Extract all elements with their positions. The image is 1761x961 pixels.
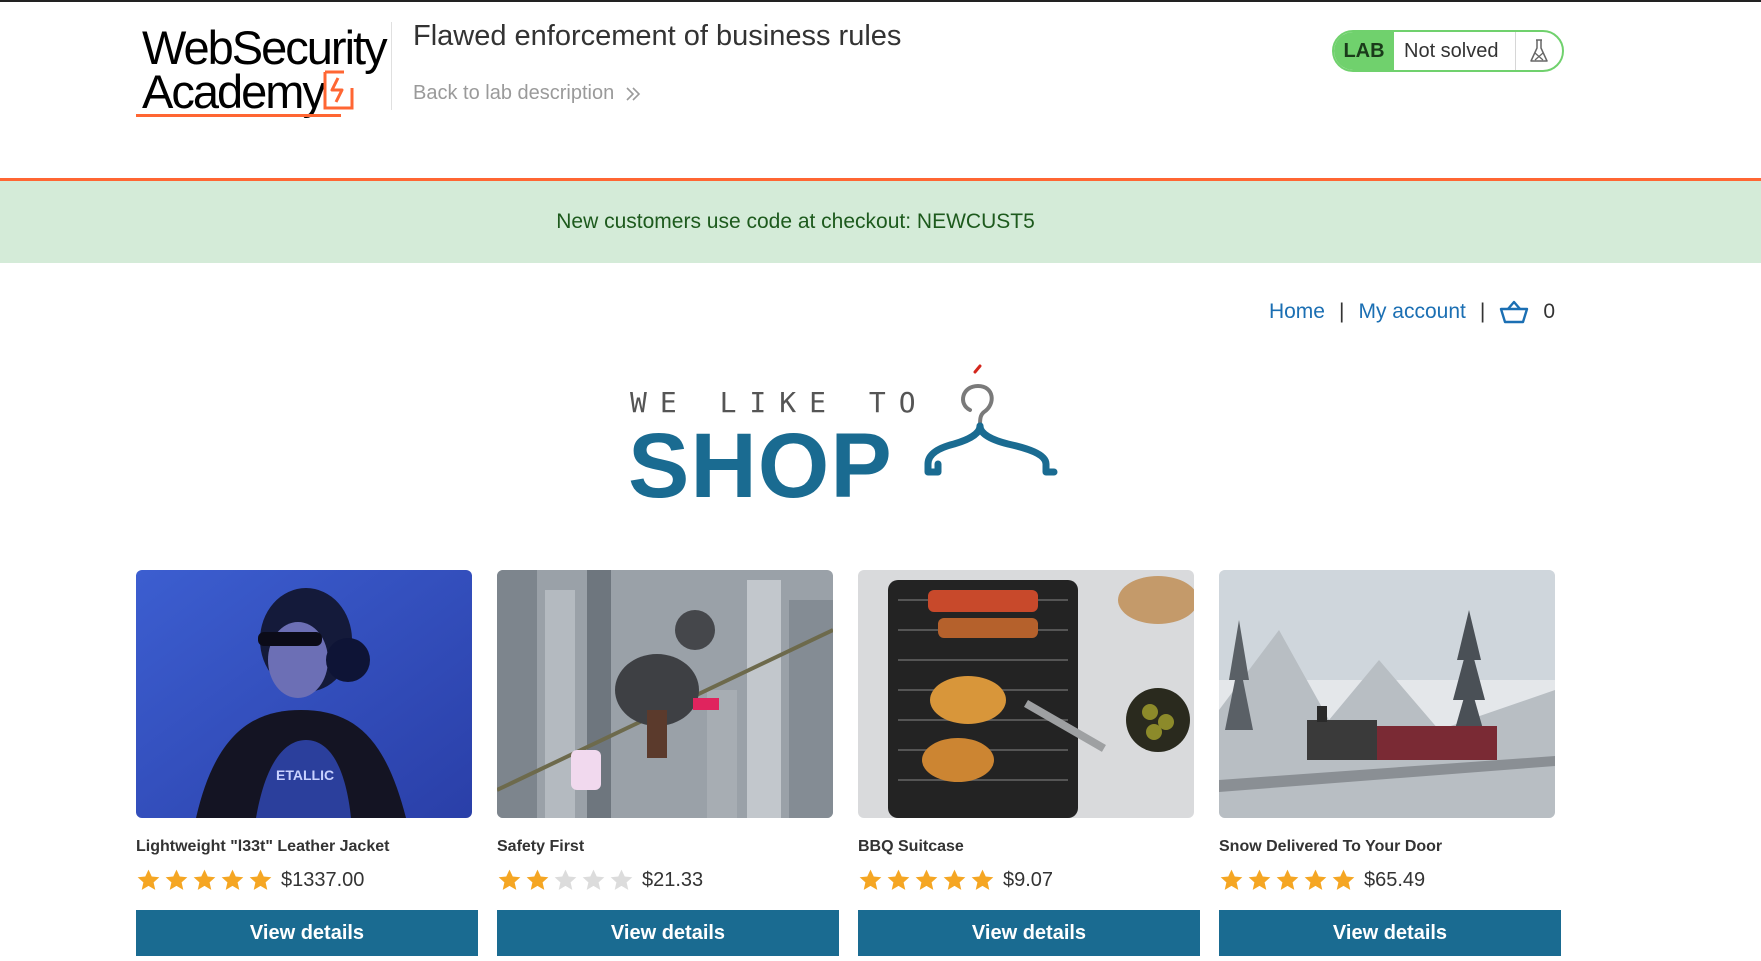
product-image-safety-first[interactable] bbox=[497, 570, 833, 818]
nav-separator: | bbox=[1338, 300, 1345, 323]
star-rating bbox=[497, 868, 634, 893]
back-link-label: Back to lab description bbox=[413, 82, 615, 104]
lab-status-widget: LAB Not solved bbox=[1332, 30, 1564, 72]
star-filled-icon bbox=[526, 869, 549, 890]
star-filled-icon bbox=[1332, 869, 1355, 890]
star-filled-icon bbox=[137, 869, 160, 890]
view-details-button[interactable]: View details bbox=[497, 910, 839, 956]
nav-separator: | bbox=[1479, 300, 1486, 323]
star-empty-icon bbox=[610, 869, 633, 890]
product-card: Snow Delivered To Your Door $65.49 View … bbox=[1219, 570, 1561, 956]
product-price: $21.33 bbox=[642, 868, 704, 891]
star-filled-icon bbox=[943, 869, 966, 890]
product-rating-row: $1337.00 bbox=[136, 864, 478, 896]
star-rating bbox=[858, 868, 995, 893]
logo-bolt-icon bbox=[323, 70, 354, 110]
product-price: $1337.00 bbox=[281, 868, 365, 891]
header-divider bbox=[391, 22, 392, 110]
view-details-button[interactable]: View details bbox=[1219, 910, 1561, 956]
star-filled-icon bbox=[498, 869, 521, 890]
star-empty-icon bbox=[554, 869, 577, 890]
star-filled-icon bbox=[1248, 869, 1271, 890]
product-price: $65.49 bbox=[1364, 868, 1426, 891]
logo-text-line2: Academy bbox=[142, 65, 326, 118]
web-security-academy-logo[interactable]: WebSecurity Academy bbox=[136, 20, 388, 130]
product-image-leather-jacket[interactable]: ETALLIC bbox=[136, 570, 472, 818]
hero-title: SHOP bbox=[628, 415, 893, 517]
promo-message: New customers use code at checkout: NEWC… bbox=[556, 210, 1035, 233]
star-empty-icon bbox=[582, 869, 605, 890]
lab-status-text: Not solved bbox=[1394, 32, 1516, 70]
product-rating-row: $9.07 bbox=[858, 864, 1200, 896]
cart-link[interactable]: 0 bbox=[1499, 300, 1555, 324]
star-filled-icon bbox=[165, 869, 188, 890]
lab-badge: LAB bbox=[1334, 32, 1394, 70]
lab-header: WebSecurity Academy Flawed enforcement o… bbox=[0, 2, 1761, 180]
back-to-lab-description-link[interactable]: Back to lab description bbox=[413, 82, 642, 105]
star-filled-icon bbox=[1276, 869, 1299, 890]
star-rating bbox=[1219, 868, 1356, 893]
view-details-button[interactable]: View details bbox=[858, 910, 1200, 956]
view-details-button[interactable]: View details bbox=[136, 910, 478, 956]
star-filled-icon bbox=[915, 869, 938, 890]
we-like-to-shop-banner: WE LIKE TO SHOP bbox=[620, 360, 1080, 517]
star-filled-icon bbox=[859, 869, 882, 890]
star-filled-icon bbox=[1304, 869, 1327, 890]
top-nav: Home | My account | 0 bbox=[1269, 300, 1555, 324]
star-filled-icon bbox=[887, 869, 910, 890]
product-card: BBQ Suitcase $9.07 View details bbox=[858, 570, 1200, 956]
nav-my-account-link[interactable]: My account bbox=[1358, 300, 1465, 324]
product-card: Safety First $21.33 View details bbox=[497, 570, 839, 956]
star-filled-icon bbox=[971, 869, 994, 890]
product-image-bbq-suitcase[interactable] bbox=[858, 570, 1194, 818]
star-filled-icon bbox=[193, 869, 216, 890]
logo-underline bbox=[136, 114, 341, 117]
product-image-snow-delivered[interactable] bbox=[1219, 570, 1555, 818]
product-name: Safety First bbox=[497, 838, 585, 855]
star-filled-icon bbox=[221, 869, 244, 890]
svg-text:ETALLIC: ETALLIC bbox=[276, 767, 334, 783]
double-chevron-right-icon bbox=[626, 86, 641, 101]
product-rating-row: $21.33 bbox=[497, 864, 839, 896]
product-name: BBQ Suitcase bbox=[858, 838, 964, 855]
promo-banner: New customers use code at checkout: NEWC… bbox=[0, 181, 1761, 263]
star-filled-icon bbox=[1220, 869, 1243, 890]
product-card: ETALLIC Lightweight "l33t" Leather Jacke… bbox=[136, 570, 478, 956]
product-rating-row: $65.49 bbox=[1219, 864, 1561, 896]
clothes-hanger-icon bbox=[924, 364, 1058, 476]
flask-icon bbox=[1516, 32, 1562, 70]
product-name: Snow Delivered To Your Door bbox=[1219, 838, 1443, 855]
cart-count: 0 bbox=[1543, 300, 1555, 323]
star-rating bbox=[136, 868, 273, 893]
basket-icon bbox=[1500, 300, 1529, 324]
product-name: Lightweight "l33t" Leather Jacket bbox=[136, 838, 390, 855]
lab-title: Flawed enforcement of business rules bbox=[413, 20, 902, 52]
star-filled-icon bbox=[249, 869, 272, 890]
nav-home-link[interactable]: Home bbox=[1269, 300, 1325, 324]
product-price: $9.07 bbox=[1003, 868, 1054, 891]
